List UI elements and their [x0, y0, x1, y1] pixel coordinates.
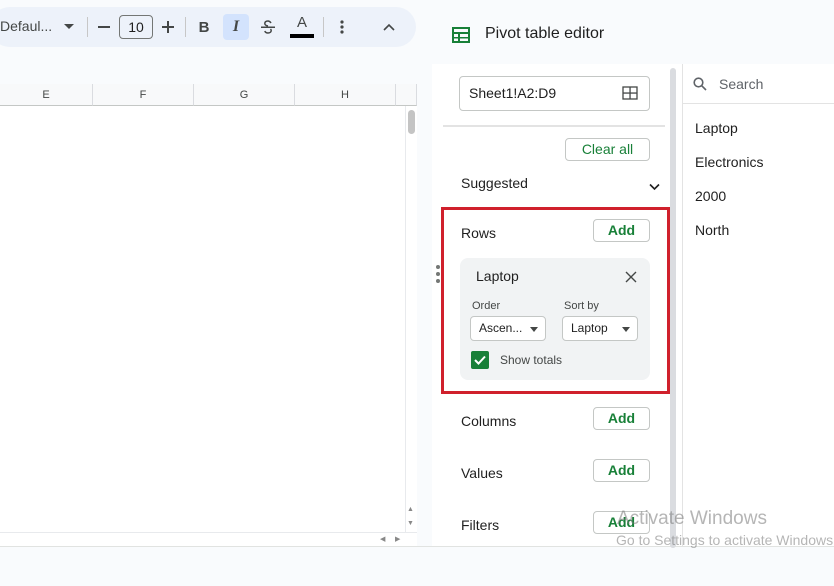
range-divider: [443, 125, 665, 127]
values-label: Values: [461, 465, 503, 481]
more-options-icon[interactable]: [334, 17, 350, 37]
chevron-down-icon[interactable]: [62, 17, 76, 37]
strikethrough-icon[interactable]: [258, 17, 278, 37]
text-color-swatch: [290, 34, 314, 38]
increase-font-size-icon[interactable]: [160, 17, 176, 37]
toolbar-divider: [323, 17, 324, 37]
values-search-input[interactable]: Search: [719, 76, 763, 92]
text-color-button[interactable]: A: [291, 14, 313, 31]
suggested-chevron-icon[interactable]: [649, 178, 660, 196]
columns-label: Columns: [461, 413, 517, 429]
column-header-g[interactable]: G: [194, 84, 295, 106]
sheet-horizontal-scrollbar[interactable]: [0, 532, 417, 546]
font-family-select[interactable]: Defaul...: [0, 18, 52, 34]
column-header-f[interactable]: F: [93, 84, 194, 106]
column-header-e[interactable]: E: [0, 84, 93, 106]
panel-title: Pivot table editor: [485, 25, 605, 42]
activate-windows-watermark: Activate Windows: [617, 508, 767, 529]
italic-button[interactable]: I: [226, 17, 246, 37]
values-add-button[interactable]: Add: [593, 459, 650, 482]
clear-all-button[interactable]: Clear all: [565, 138, 650, 161]
columns-add-button[interactable]: Add: [593, 407, 650, 430]
scroll-up-arrow-icon[interactable]: ▲: [407, 506, 414, 513]
toolbar-divider: [185, 17, 186, 37]
rows-highlight-box: [441, 207, 670, 394]
scroll-left-arrow-icon[interactable]: ◀: [380, 535, 385, 543]
filters-label: Filters: [461, 517, 500, 533]
font-size-input[interactable]: 10: [119, 15, 153, 39]
scroll-right-arrow-icon[interactable]: ▶: [395, 535, 400, 543]
toolbar-divider: [87, 17, 88, 37]
column-header-h[interactable]: H: [295, 84, 396, 106]
field-values-panel: [682, 64, 834, 546]
scroll-down-arrow-icon[interactable]: ▼: [407, 520, 414, 527]
search-icon: [693, 77, 707, 96]
suggested-label[interactable]: Suggested: [461, 175, 528, 191]
sheet-vertical-scrollbar[interactable]: [405, 106, 417, 546]
grid-select-icon[interactable]: [622, 86, 638, 105]
list-item[interactable]: 2000: [695, 188, 726, 204]
sheet-tabs-bar: [0, 546, 834, 586]
list-item[interactable]: North: [695, 222, 729, 238]
column-header-partial: [396, 84, 417, 106]
panel-scroll-thumb[interactable]: [670, 68, 676, 548]
sheet-scroll-thumb[interactable]: [408, 110, 415, 134]
activate-windows-subtext: Go to Settings to activate Windows.: [616, 532, 834, 548]
bold-button[interactable]: B: [195, 17, 213, 37]
decrease-font-size-icon[interactable]: [96, 17, 112, 37]
pivot-table-icon: [452, 27, 470, 48]
list-item[interactable]: Electronics: [695, 154, 763, 170]
list-item[interactable]: Laptop: [695, 120, 738, 136]
spreadsheet-grid[interactable]: [0, 84, 417, 547]
collapse-toolbar-icon[interactable]: [380, 17, 398, 37]
